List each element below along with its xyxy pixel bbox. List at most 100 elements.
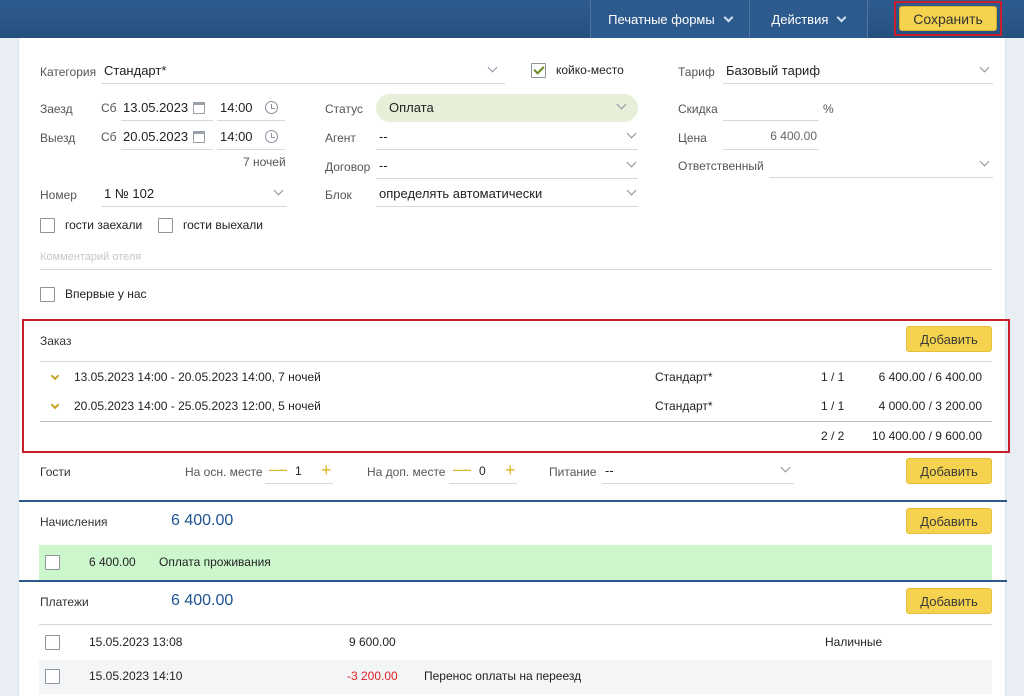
actions-menu[interactable]: Действия [750,0,867,38]
bed-place-checkbox[interactable] [531,63,546,78]
payments-title: Платежи [40,595,89,609]
chevron-down-icon [616,99,627,110]
guests-extra-stepper[interactable]: — 0 + [449,458,517,484]
guests-checked-in-checkbox[interactable] [40,218,55,233]
category-value: Стандарт* [104,63,167,78]
hotel-comment-input[interactable]: Комментарий отеля [40,246,992,270]
charges-title: Начисления [40,515,108,529]
checkin-label: Заезд [40,102,73,116]
order-row[interactable]: 13.05.2023 14:00 - 20.05.2023 14:00, 7 н… [40,363,992,392]
checkin-time-input[interactable]: 14:00 [217,95,285,121]
checkin-time-value: 14:00 [220,100,253,115]
guests-checked-out-label: гости выехали [183,218,263,232]
chevron-down-icon [979,156,990,167]
status-label: Статус [325,102,363,116]
section-divider [19,500,1007,502]
plus-icon[interactable]: + [321,461,332,479]
chevron-down-icon [780,462,791,473]
status-select[interactable]: Оплата [376,94,638,122]
calendar-icon[interactable] [193,131,205,143]
guests-extra-value: 0 [479,464,486,478]
guests-main-stepper[interactable]: — 1 + [265,458,333,484]
chevron-down-icon [487,62,498,73]
block-select[interactable]: определять автоматически [376,181,638,207]
payments-divider [39,624,992,625]
payment-row-checkbox[interactable] [45,669,60,684]
guests-main-label: На осн. месте [185,465,263,479]
agent-value: -- [379,129,388,144]
order-total-amount: 10 400.00 / 9 600.00 [871,429,982,443]
payment-row-checkbox[interactable] [45,635,60,650]
clock-icon[interactable] [265,130,278,143]
checkin-date-value: 13.05.2023 [123,100,189,115]
save-button[interactable]: Сохранить [899,6,997,31]
room-select[interactable]: 1 № 102 [101,181,287,207]
block-label: Блок [325,188,352,202]
contract-select[interactable]: -- [376,153,638,179]
guests-add-button[interactable]: Добавить [906,458,992,484]
agent-label: Агент [325,131,356,145]
checkout-time-value: 14:00 [220,129,253,144]
order-add-button[interactable]: Добавить [906,326,992,352]
clock-icon[interactable] [265,101,278,114]
payment-row-amount: -3 200.00 [347,669,398,683]
order-row-category: Стандарт* [655,370,713,384]
minus-icon[interactable]: — [453,460,471,478]
price-value: 6 400.00 [770,129,817,143]
chevron-down-icon [626,185,637,196]
order-row-count: 1 / 1 [821,399,845,413]
minus-icon[interactable]: — [269,460,287,478]
payment-row-datetime: 15.05.2023 13:08 [89,635,183,649]
checkout-date-input[interactable]: 20.05.2023 [121,124,213,150]
charge-row[interactable]: 6 400.00 Оплата проживания [39,545,992,581]
payment-row[interactable]: 15.05.2023 14:10 -3 200.00 Перенос оплат… [39,660,992,694]
payment-row-amount: 9 600.00 [349,635,396,649]
charge-row-checkbox[interactable] [45,555,60,570]
chevron-down-icon[interactable] [50,400,60,410]
print-forms-menu[interactable]: Печатные формы [591,0,750,38]
chevron-down-icon [626,157,637,168]
price-input[interactable]: 6 400.00 [723,124,819,150]
actions-label: Действия [771,11,829,27]
contract-value: -- [379,158,388,173]
block-value: определять автоматически [379,186,543,201]
agent-select[interactable]: -- [376,124,638,150]
price-label: Цена [678,131,707,145]
responsible-select[interactable] [769,152,993,178]
checkout-time-input[interactable]: 14:00 [217,124,285,150]
nights-count: 7 ночей [243,155,286,169]
guests-checked-in-label: гости заехали [65,218,143,232]
order-row-period: 13.05.2023 14:00 - 20.05.2023 14:00, 7 н… [74,370,321,384]
chevron-down-icon [273,185,284,196]
payment-row[interactable]: 15.05.2023 13:08 9 600.00 Наличные [39,626,992,658]
contract-label: Договор [325,160,371,174]
calendar-icon[interactable] [193,102,205,114]
discount-input[interactable] [723,95,819,121]
top-menus: Печатные формы Действия [590,0,868,38]
order-divider-top [40,361,992,362]
meal-select[interactable]: -- [602,458,794,484]
first-time-checkbox[interactable] [40,287,55,302]
chevron-down-icon[interactable] [50,371,60,381]
guests-extra-label: На доп. месте [367,465,446,479]
tariff-select[interactable]: Базовый тариф [723,58,993,84]
order-title: Заказ [40,334,72,348]
guests-main-value: 1 [295,464,302,478]
payment-row-datetime: 15.05.2023 14:10 [89,669,183,683]
checkin-date-input[interactable]: 13.05.2023 [121,95,213,121]
order-row-amount: 6 400.00 / 6 400.00 [878,370,982,384]
top-bar: Печатные формы Действия Сохранить [0,0,1024,38]
room-label: Номер [40,188,77,202]
order-row-period: 20.05.2023 14:00 - 25.05.2023 12:00, 5 н… [74,399,321,413]
payment-row-method: Наличные [825,635,883,649]
order-row[interactable]: 20.05.2023 14:00 - 25.05.2023 12:00, 5 н… [40,392,992,421]
plus-icon[interactable]: + [505,461,516,479]
room-value: 1 № 102 [104,186,155,201]
charges-add-button[interactable]: Добавить [906,508,992,534]
order-total-count: 2 / 2 [821,429,845,443]
category-select[interactable]: Стандарт* [101,58,505,84]
save-highlight: Сохранить [894,1,1002,36]
guests-checked-out-checkbox[interactable] [158,218,173,233]
checkout-day: Сб [101,130,117,144]
payments-add-button[interactable]: Добавить [906,588,992,614]
